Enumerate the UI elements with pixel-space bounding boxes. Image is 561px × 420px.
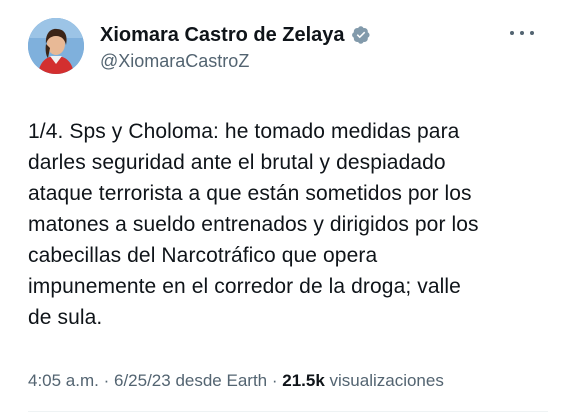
author-name-row: Xiomara Castro de Zelaya — [100, 22, 371, 48]
meta-separator: · — [98, 371, 114, 390]
tweet-meta: 4:05 a.m. · 6/25/23 desde Earth · 21.5k … — [28, 371, 444, 391]
meta-separator: · — [267, 371, 283, 390]
author-display-name[interactable]: Xiomara Castro de Zelaya — [100, 24, 345, 47]
divider — [28, 411, 548, 412]
more-dot — [510, 31, 514, 35]
tweet-time[interactable]: 4:05 a.m. — [28, 371, 99, 390]
tweet-text: 1/4. Sps y Choloma: he tomado medidas pa… — [28, 120, 479, 329]
views-label: visualizaciones — [324, 371, 444, 390]
avatar-photo — [28, 18, 84, 74]
tweet-date[interactable]: 6/25/23 — [114, 371, 171, 390]
tweet-source: desde Earth — [170, 371, 268, 390]
more-dot — [530, 31, 534, 35]
more-options-icon[interactable] — [510, 26, 534, 40]
verified-badge-icon — [351, 25, 371, 45]
more-dot — [520, 31, 524, 35]
avatar[interactable] — [28, 18, 84, 74]
views-count: 21.5k — [282, 371, 325, 390]
author-handle[interactable]: @XiomaraCastroZ — [100, 51, 249, 72]
